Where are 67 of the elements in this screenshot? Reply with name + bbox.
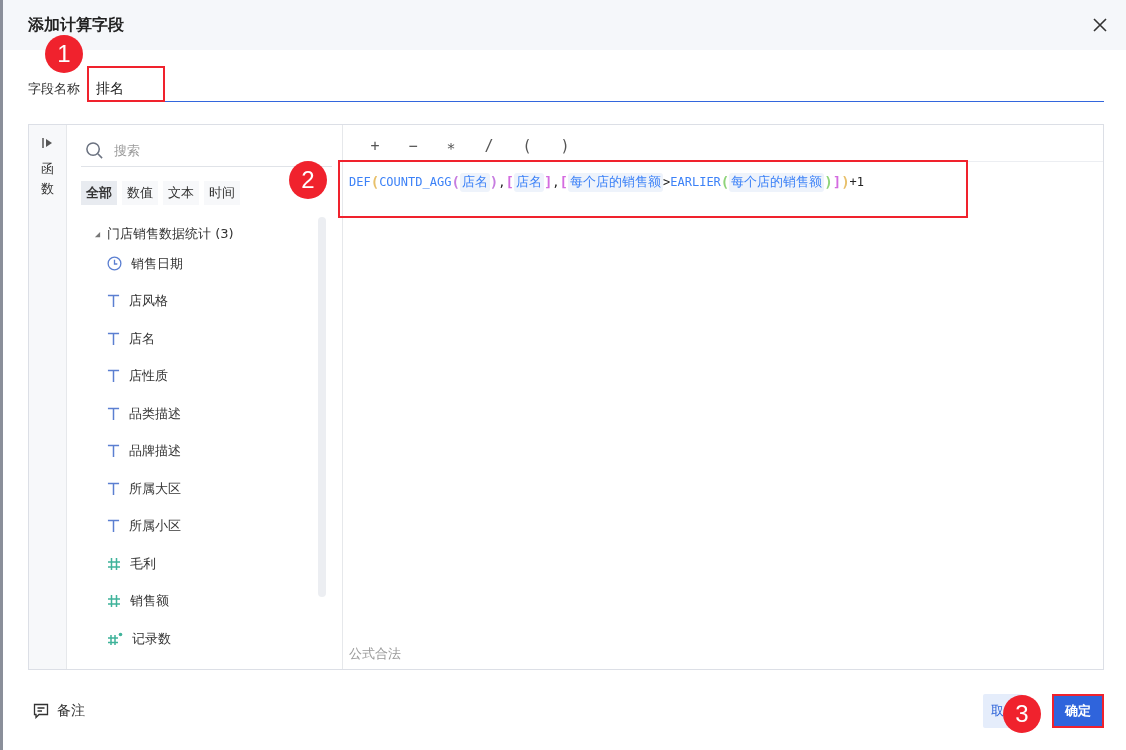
step-badge: 2	[289, 161, 327, 199]
field-token: 店名	[513, 172, 544, 192]
expand-icon	[41, 137, 54, 149]
field-token: 每个店的销售额	[729, 172, 825, 192]
field-token: 每个店的销售额	[568, 172, 664, 192]
operator-text: +1	[849, 175, 865, 189]
operator-button[interactable]: (	[515, 131, 539, 161]
bracket-symbol: ]	[832, 174, 842, 190]
filter-tab[interactable]: 全部	[81, 181, 117, 205]
bracket-symbol: )	[489, 174, 499, 190]
text-type-icon	[107, 519, 120, 534]
field-item[interactable]: 品牌描述	[129, 442, 181, 461]
function-name: EARLIER	[670, 175, 721, 189]
dialog-title: 添加计算字段	[28, 14, 124, 36]
field-item[interactable]: 毛利	[130, 554, 156, 573]
operator-button[interactable]: )	[553, 131, 577, 161]
confirm-button[interactable]: 确定	[1052, 694, 1104, 728]
field-item[interactable]: 销售额	[130, 592, 169, 611]
bracket-symbol: )	[824, 174, 833, 190]
field-item[interactable]: 店风格	[129, 292, 168, 311]
search-icon	[85, 141, 104, 160]
text-type-icon	[107, 369, 120, 384]
clock-icon	[107, 256, 122, 272]
operator-button[interactable]: +	[363, 131, 387, 161]
functions-tab[interactable]: 函数	[29, 125, 67, 669]
field-item[interactable]: 店性质	[129, 367, 168, 386]
text-type-icon	[107, 406, 120, 421]
text-type-icon	[107, 481, 120, 496]
bracket-symbol: (	[370, 174, 380, 190]
bracket-symbol: )	[841, 174, 850, 190]
field-item[interactable]: 销售日期	[131, 254, 183, 273]
field-item[interactable]: 所属小区	[129, 517, 181, 536]
filter-tab[interactable]: 数值	[122, 181, 158, 205]
bracket-symbol: [	[559, 174, 569, 190]
field-label: 字段名称	[28, 80, 80, 98]
close-icon[interactable]	[1093, 18, 1107, 32]
operator-button[interactable]: ∗	[439, 131, 463, 161]
function-name: DEF	[349, 175, 371, 189]
text-type-icon	[107, 331, 120, 346]
field-token: 店名	[459, 172, 490, 192]
number-type-icon	[107, 594, 121, 609]
step-badge: 3	[1003, 695, 1041, 733]
bracket-symbol: (	[720, 174, 730, 190]
status-text: 公式合法	[348, 645, 402, 663]
text-type-icon	[107, 444, 120, 459]
number-type-icon	[107, 556, 121, 571]
comment-icon	[33, 703, 49, 719]
field-item[interactable]: 品类描述	[129, 404, 181, 423]
count-type-icon	[107, 631, 123, 646]
operator-button[interactable]: /	[477, 131, 501, 161]
filter-tab[interactable]: 文本	[163, 181, 199, 205]
operator-text: >	[663, 175, 671, 189]
filter-tab[interactable]: 时间	[204, 181, 240, 205]
operator-text: ,	[498, 175, 506, 189]
bracket-symbol: [	[505, 174, 514, 190]
field-item[interactable]: 记录数	[132, 629, 171, 648]
caret-icon[interactable]	[94, 230, 101, 238]
folder-label[interactable]: 门店销售数据统计 (3)	[107, 225, 234, 243]
function-name: COUNTD_AGG	[379, 175, 452, 189]
bracket-symbol: ]	[543, 174, 553, 190]
operator-button[interactable]: −	[401, 131, 425, 161]
note-button[interactable]: 备注	[33, 702, 85, 720]
text-type-icon	[107, 294, 120, 309]
field-item[interactable]: 店名	[129, 329, 155, 348]
bracket-symbol: (	[451, 174, 460, 190]
operator-text: ,	[552, 175, 560, 189]
field-item[interactable]: 所属大区	[129, 479, 181, 498]
